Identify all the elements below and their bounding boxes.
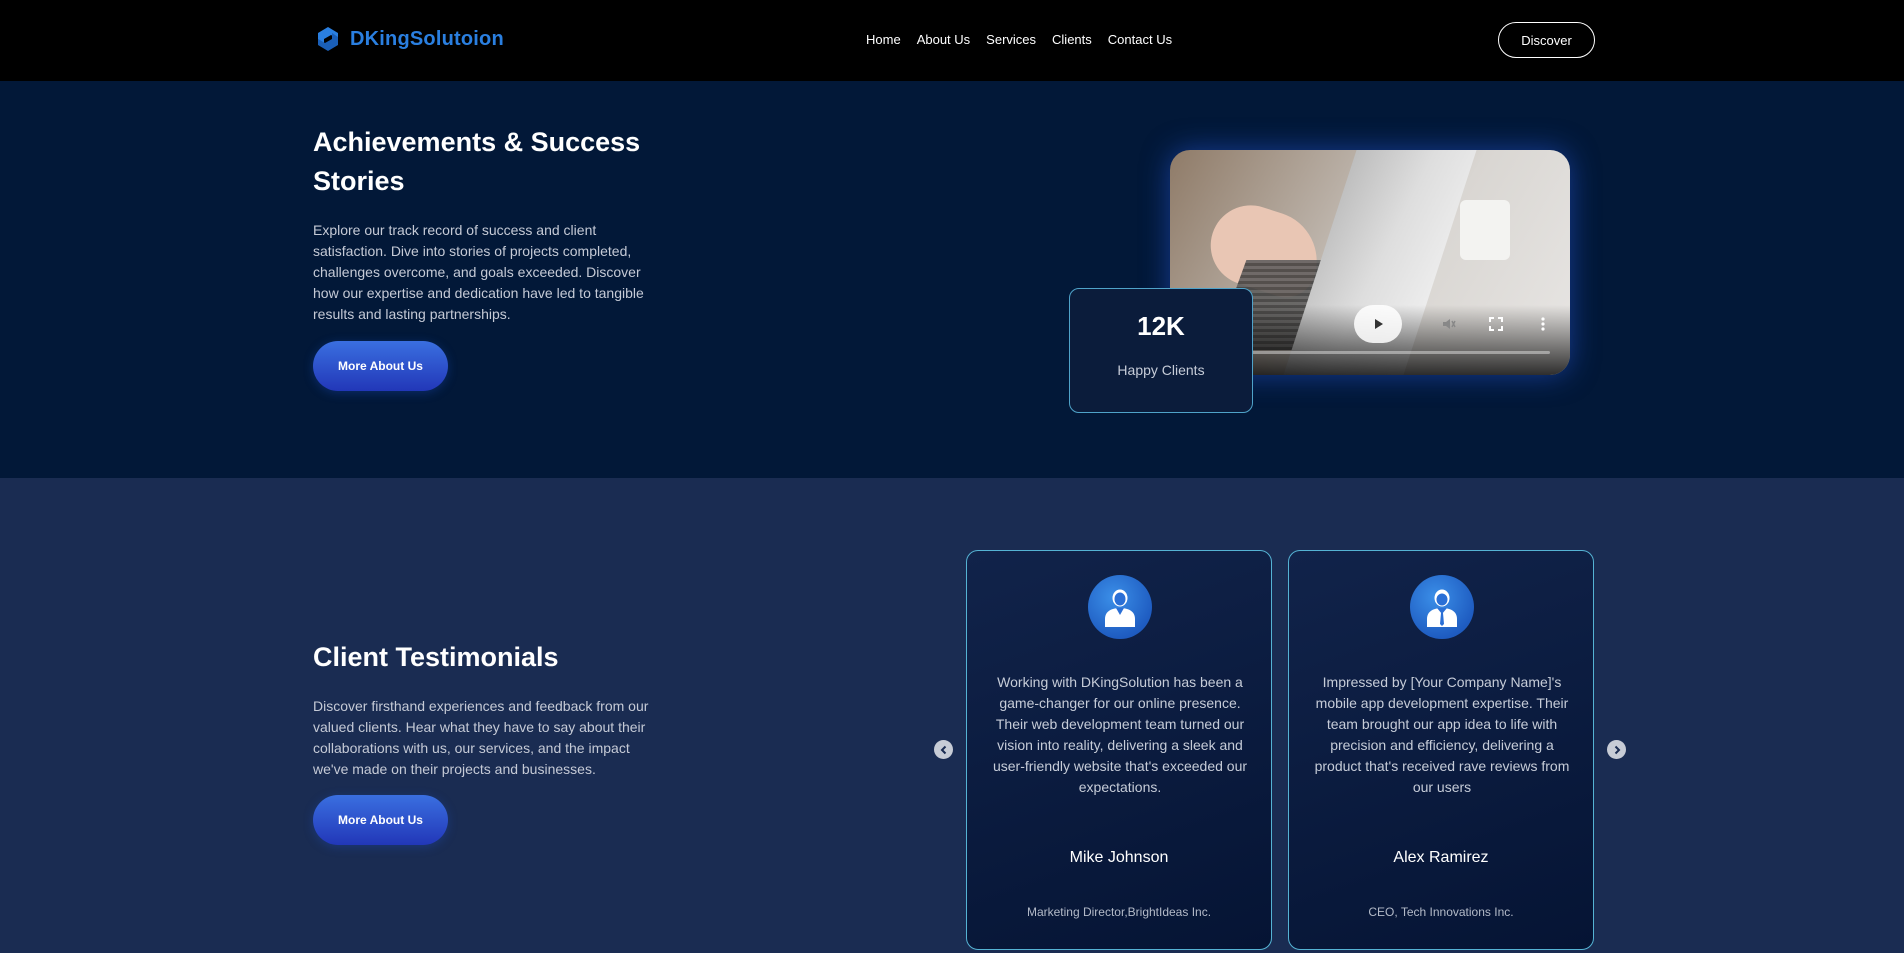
nav-home[interactable]: Home bbox=[866, 32, 901, 47]
brand-name: DKingSolutoion bbox=[350, 27, 504, 50]
achievements-description: Explore our track record of success and … bbox=[313, 222, 644, 322]
male-user-icon bbox=[1105, 589, 1135, 627]
testimonials-more-button[interactable]: More About Us bbox=[313, 795, 448, 845]
testimonials-description: Discover firsthand experiences and feedb… bbox=[313, 698, 649, 777]
play-button[interactable] bbox=[1354, 305, 1402, 343]
chevron-right-icon bbox=[1614, 745, 1620, 754]
achievements-section bbox=[0, 81, 1904, 478]
testimonials-title: Client Testimonials bbox=[313, 642, 559, 672]
avatar bbox=[1088, 575, 1152, 639]
fullscreen-icon[interactable] bbox=[1488, 316, 1504, 332]
logo-icon bbox=[318, 27, 338, 51]
testimonial-quote: Impressed by [Your Company Name]'s mobil… bbox=[1314, 674, 1570, 795]
testimonial-role: CEO, Tech Innovations Inc. bbox=[1368, 905, 1514, 919]
brand-logo[interactable]: DKingSolutoion bbox=[313, 24, 504, 54]
testimonial-name: Alex Ramirez bbox=[1393, 849, 1489, 866]
discover-button[interactable]: Discover bbox=[1498, 22, 1595, 58]
nav-clients[interactable]: Clients bbox=[1052, 32, 1092, 47]
testimonial-card: Impressed by [Your Company Name]'s mobil… bbox=[1288, 550, 1594, 950]
chevron-left-icon bbox=[940, 745, 946, 754]
businessman-user-icon bbox=[1427, 589, 1457, 627]
volume-icon[interactable] bbox=[1441, 316, 1457, 332]
carousel-prev-button[interactable] bbox=[934, 740, 953, 759]
play-icon bbox=[1375, 319, 1383, 329]
testimonial-role: Marketing Director,BrightIdeas Inc. bbox=[1026, 905, 1212, 919]
testimonial-quote: Working with DKingSolution has been a ga… bbox=[992, 674, 1248, 795]
carousel-next-button[interactable] bbox=[1607, 740, 1626, 759]
testimonial-name: Mike Johnson bbox=[1069, 849, 1169, 866]
testimonial-card: Working with DKingSolution has been a ga… bbox=[966, 550, 1272, 950]
nav-about-us[interactable]: About Us bbox=[917, 32, 970, 47]
stat-value: 12K bbox=[1137, 311, 1185, 341]
stat-label: Happy Clients bbox=[1117, 362, 1205, 378]
main-nav: Home About Us Services Clients Contact U… bbox=[866, 32, 1188, 47]
nav-services[interactable]: Services bbox=[986, 32, 1036, 47]
avatar bbox=[1410, 575, 1474, 639]
more-options-icon[interactable] bbox=[1535, 316, 1551, 332]
nav-contact-us[interactable]: Contact Us bbox=[1108, 32, 1172, 47]
stat-card: 12K Happy Clients bbox=[1069, 288, 1253, 413]
video-frame-cup bbox=[1460, 200, 1510, 260]
site-header: DKingSolutoion Home About Us Services Cl… bbox=[0, 0, 1904, 81]
more-about-us-button[interactable]: More About Us bbox=[313, 341, 448, 391]
achievements-title: Achievements & Success Stories bbox=[313, 127, 641, 196]
